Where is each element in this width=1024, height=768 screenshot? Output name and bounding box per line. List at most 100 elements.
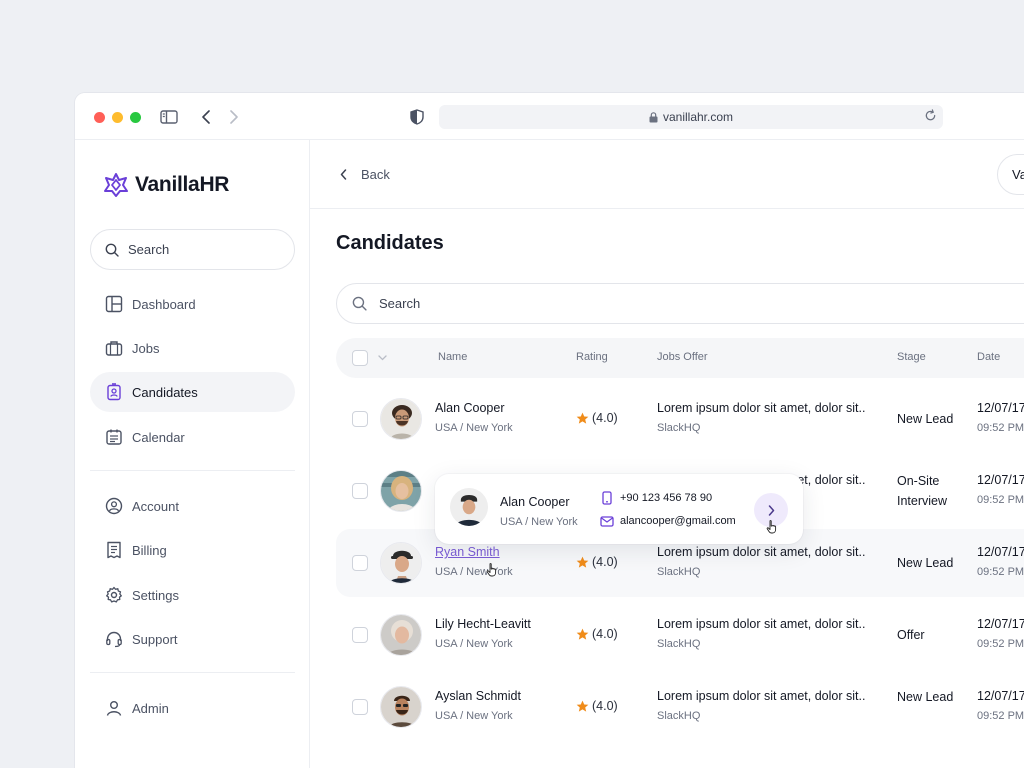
job-company: SlackHQ <box>657 638 701 650</box>
app-logo[interactable]: VanillaHR <box>103 172 229 198</box>
sidebar-item-billing[interactable]: Billing <box>90 530 295 570</box>
sidebar-search-input[interactable]: Search <box>90 229 295 270</box>
lock-icon <box>649 111 658 122</box>
logo-text: VanillaHR <box>135 173 230 196</box>
candidate-stage: On-Site Interview <box>897 474 948 508</box>
hover-card-location: USA / New York <box>500 516 578 528</box>
user-menu-button[interactable]: Va <box>997 154 1024 195</box>
close-window-button[interactable] <box>94 112 105 123</box>
sidebar-item-label: Jobs <box>132 340 160 356</box>
maximize-window-button[interactable] <box>130 112 141 123</box>
logo-icon <box>104 173 128 197</box>
sidebar-item-dashboard[interactable]: Dashboard <box>90 284 295 324</box>
row-date: 12/07/17 <box>977 689 1024 703</box>
phone-number: +90 123 456 78 90 <box>620 492 713 504</box>
job-offer: Lorem ipsum dolor sit amet, dolor sit.. <box>657 689 866 703</box>
row-checkbox[interactable] <box>352 555 368 571</box>
column-header-date[interactable]: Date <box>977 351 1000 363</box>
avatar <box>380 470 422 512</box>
search-placeholder: Search <box>379 296 421 311</box>
sidebar-item-label: Support <box>132 631 178 647</box>
sidebar-divider <box>90 470 295 471</box>
main-content: Back Va Candidates Search Name Rating Jo… <box>310 140 1024 768</box>
rating-value: (4.0) <box>592 555 618 569</box>
candidate-rating: (4.0) <box>576 627 618 641</box>
sidebar-item-settings[interactable]: Settings <box>90 575 295 615</box>
user-icon <box>106 701 122 716</box>
page-title: Candidates <box>336 232 444 254</box>
column-header-jobs-offer[interactable]: Jobs Offer <box>657 351 708 363</box>
candidate-name[interactable]: Ayslan Schmidt <box>435 689 521 703</box>
address-bar[interactable]: vanillahr.com <box>439 105 943 129</box>
sidebar-toggle-icon[interactable] <box>159 107 179 127</box>
sidebar-item-admin[interactable]: Admin <box>90 688 295 728</box>
sidebar-item-candidates[interactable]: Candidates <box>90 372 295 412</box>
candidate-rating: (4.0) <box>576 411 618 425</box>
search-icon <box>352 296 367 311</box>
job-company: SlackHQ <box>657 710 701 722</box>
column-header-stage[interactable]: Stage <box>897 351 926 363</box>
candidates-search-input[interactable]: Search <box>336 283 1024 324</box>
job-offer: Lorem ipsum dolor sit amet, dolor sit.. <box>657 545 866 559</box>
job-company: SlackHQ <box>657 566 701 578</box>
candidate-name-link[interactable]: Ryan Smith <box>435 545 500 559</box>
row-checkbox[interactable] <box>352 627 368 643</box>
sidebar-item-label: Account <box>132 498 179 514</box>
star-icon <box>576 628 589 640</box>
row-checkbox[interactable] <box>352 483 368 499</box>
shield-icon[interactable] <box>407 107 427 127</box>
candidate-stage: Offer <box>897 628 925 642</box>
row-time: 09:52 PM <box>977 494 1024 506</box>
phone-icon <box>602 491 612 505</box>
chevron-left-icon <box>340 169 347 180</box>
table-row[interactable]: Ayslan Schmidt USA / New York (4.0) Lore… <box>336 673 1024 741</box>
id-badge-icon <box>107 383 121 401</box>
sidebar-item-label: Dashboard <box>132 296 196 312</box>
sidebar-divider <box>90 672 295 673</box>
hover-card-email[interactable]: alancooper@gmail.com <box>600 515 736 527</box>
candidate-rating: (4.0) <box>576 555 618 569</box>
reload-icon[interactable] <box>924 109 937 125</box>
rating-value: (4.0) <box>592 411 618 425</box>
table-row[interactable]: Alan Cooper USA / New York (4.0) Lorem i… <box>336 385 1024 453</box>
row-checkbox[interactable] <box>352 411 368 427</box>
sidebar-item-label: Admin <box>132 700 169 716</box>
sidebar: VanillaHR Search Dashboard Jobs Candidat… <box>75 140 310 768</box>
candidate-stage: New Lead <box>897 412 954 426</box>
user-initials: Va <box>1012 167 1024 182</box>
receipt-icon <box>107 541 121 559</box>
star-icon <box>576 556 589 568</box>
row-checkbox[interactable] <box>352 699 368 715</box>
row-date: 12/07/17 <box>977 545 1024 559</box>
star-icon <box>576 412 589 424</box>
row-time: 09:52 PM <box>977 710 1024 722</box>
browser-toolbar: vanillahr.com <box>75 93 1024 140</box>
job-offer: Lorem ipsum dolor sit amet, dolor sit.. <box>657 401 866 415</box>
candidate-name[interactable]: Lily Hecht-Leavitt <box>435 617 531 631</box>
avatar <box>380 614 422 656</box>
sidebar-item-account[interactable]: Account <box>90 486 295 526</box>
row-date: 12/07/17 <box>977 473 1024 487</box>
chevron-down-icon[interactable] <box>378 352 387 364</box>
sidebar-item-label: Settings <box>132 587 179 603</box>
back-button[interactable]: Back <box>340 167 390 182</box>
avatar <box>380 686 422 728</box>
column-header-name[interactable]: Name <box>438 351 467 363</box>
select-all-checkbox[interactable] <box>352 350 368 366</box>
sidebar-item-calendar[interactable]: Calendar <box>90 417 295 457</box>
minimize-window-button[interactable] <box>112 112 123 123</box>
hover-card-phone[interactable]: +90 123 456 78 90 <box>602 491 712 505</box>
browser-back-icon[interactable] <box>196 107 216 127</box>
column-header-rating[interactable]: Rating <box>576 351 608 363</box>
briefcase-icon <box>105 341 123 356</box>
candidate-location: USA / New York <box>435 566 513 578</box>
sidebar-item-jobs[interactable]: Jobs <box>90 328 295 368</box>
pointer-cursor-icon <box>766 520 777 534</box>
table-header: Name Rating Jobs Offer Stage Date <box>336 338 1024 378</box>
browser-forward-icon[interactable] <box>224 107 244 127</box>
sidebar-item-support[interactable]: Support <box>90 619 295 659</box>
table-row[interactable]: Lily Hecht-Leavitt USA / New York (4.0) … <box>336 601 1024 669</box>
candidate-name[interactable]: Alan Cooper <box>435 401 505 415</box>
avatar <box>380 542 422 584</box>
candidate-location: USA / New York <box>435 422 513 434</box>
